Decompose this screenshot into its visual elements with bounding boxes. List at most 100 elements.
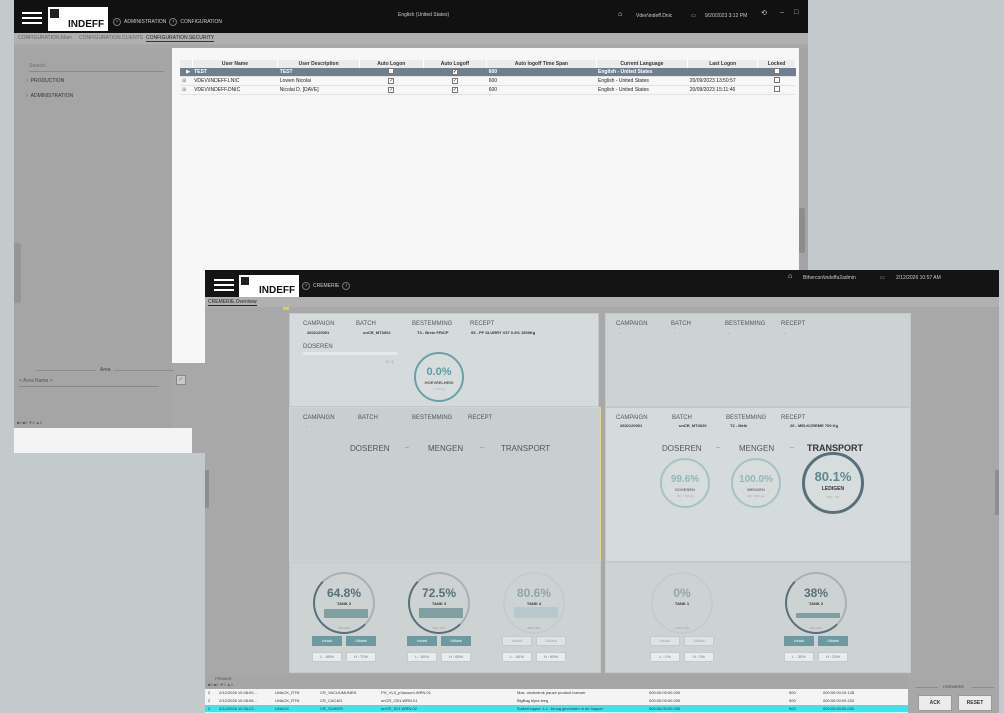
line-panel-4[interactable]: CAMPAIGN BATCH BESTEMMING RECEPT 2602120…	[605, 407, 911, 562]
line-panel-3[interactable]: CAMPAIGN BATCH BESTEMMING RECEPT - DOSER…	[289, 407, 601, 562]
checkbox[interactable]	[388, 68, 395, 74]
uitlaat-button[interactable]: Uitlaat	[684, 636, 714, 646]
keyboard-icon[interactable]: ▭	[691, 13, 696, 19]
tree-item-production[interactable]: › PRODUCTION	[26, 78, 64, 84]
tab-configuration-main[interactable]: CONFIGURATION.Main	[18, 35, 72, 41]
maximize-icon[interactable]: □	[794, 9, 798, 16]
table-row[interactable]: ⊞ VDEV\INDEFF.DNIC Nicolai D. [DAVE] ✓ ✓ 600 E…	[180, 85, 796, 95]
checkbox[interactable]: ✓	[451, 87, 458, 93]
area-title: Area	[100, 367, 111, 373]
expand-icon[interactable]: ⊞	[182, 78, 186, 84]
alarm-header: PRIMAIR ■0 ■0 ▼0 ▲0	[205, 675, 999, 689]
tab-configuration-clients[interactable]: CONFIGURATION.CLIENTS	[79, 35, 143, 41]
uitlaat-button[interactable]: Uitlaat	[346, 636, 376, 646]
left-collapse-handle[interactable]	[205, 470, 209, 508]
tank-ticks: 80% 70%	[527, 626, 541, 630]
inlaat-button[interactable]: Inlaat	[502, 636, 532, 646]
minimize-icon[interactable]: –	[780, 9, 784, 16]
chevron-right-icon: ›	[113, 18, 121, 26]
tab-configuration-security[interactable]: CONFIGURATION.SECURITY	[146, 35, 215, 42]
tree-item-label: PRODUCTION	[30, 78, 65, 84]
tank-gauge: 0% TANK 1 1.0% 2.0%	[651, 572, 713, 634]
stage-doseren: DOSEREN	[350, 444, 390, 453]
row-expander[interactable]: ⊞▶	[180, 68, 193, 77]
scrollbar[interactable]	[799, 208, 805, 253]
checkbox[interactable]	[773, 86, 780, 92]
checkbox[interactable]	[773, 68, 780, 74]
alarm-row[interactable]: 2 2/12/2026 10:48:00... UNACK_RTN CR_VACUUM…	[205, 689, 908, 696]
area-name-input[interactable]: < Area Name >	[19, 378, 159, 387]
col-last-logon[interactable]: Last Logon	[687, 60, 759, 68]
batch-label: BATCH	[672, 415, 692, 421]
bestemming-label: BESTEMMING	[725, 321, 766, 327]
col-user-description[interactable]: User Description	[277, 60, 360, 68]
tank-ticks: 70% 90%	[337, 626, 351, 630]
sidebar-collapse-handle[interactable]	[14, 243, 21, 303]
right-collapse-handle[interactable]	[995, 470, 999, 515]
hamburger-menu-icon[interactable]	[214, 276, 234, 292]
alarm-cell-src: unCR_S01.WRN.02	[381, 706, 417, 711]
inlaat-button[interactable]: Inlaat	[784, 636, 814, 646]
reset-button[interactable]: RESET	[958, 695, 992, 711]
tank-gauge: 64.8% TANK 2 70% 90%	[313, 572, 375, 634]
search-input[interactable]: Search...	[29, 63, 164, 72]
hamburger-menu-icon[interactable]	[22, 9, 42, 25]
inlaat-button[interactable]: Inlaat	[650, 636, 680, 646]
col-auto-logoff-timespan[interactable]: Auto logoff Time Span	[486, 60, 597, 68]
home-icon[interactable]: ⌂	[788, 273, 792, 280]
line-panel-2[interactable]: CAMPAIGN BATCH BESTEMMING RECEPT - - - -	[605, 313, 911, 407]
uitlaat-button[interactable]: Uitlaat	[818, 636, 848, 646]
row-expander[interactable]: ⊞	[180, 76, 193, 86]
ack-button[interactable]: ACK	[918, 695, 952, 711]
stage-separator: –	[405, 444, 409, 451]
checkbox[interactable]	[773, 77, 780, 83]
row-expander[interactable]: ⊞	[180, 85, 193, 95]
checkbox[interactable]: ✓	[388, 78, 395, 84]
col-auto-logoff[interactable]: Auto Logoff	[423, 60, 488, 68]
col-locked[interactable]: Locked	[757, 60, 796, 68]
ledigen-gauge: 80.1% LEDIGEN 560 / 700	[802, 452, 864, 514]
cell-auto-logoff: ✓	[423, 85, 487, 95]
chevron-right-icon: ›	[26, 78, 28, 84]
checkbox[interactable]: ✓	[451, 78, 458, 84]
col-user-name[interactable]: User Name	[192, 60, 279, 68]
alarm-cell-t1: 000:00:00:00.000	[649, 698, 681, 703]
keyboard-icon[interactable]: ▭	[880, 275, 885, 281]
tree-item-administration[interactable]: › ADMINISTRATION	[26, 93, 73, 99]
cell-last-logon: 20/09/2023 13:50:57	[687, 76, 758, 86]
uitlaat-button[interactable]: Uitlaat	[441, 636, 471, 646]
cell-locked	[757, 76, 796, 86]
alarm-cell-t2: 000:00:00:00.000	[823, 706, 855, 711]
alarm-cell-n: 2	[208, 698, 211, 703]
tab-cremerie-overview[interactable]: CREMERIE.Overview	[208, 299, 257, 306]
alarm-row[interactable]: 2 2/12/2026 10:45:08... UNACK_RTN CR_CACAO u…	[205, 697, 908, 704]
bestemming-label: BESTEMMING	[412, 321, 453, 327]
gauge-sub: 697 / 700 kg	[676, 494, 694, 498]
batch-value: unCR_MT3002	[363, 330, 391, 335]
divider	[36, 370, 96, 371]
alarm-cell-tag: CR_CACAO	[320, 698, 343, 703]
breadcrumb-cremerie[interactable]: CREMERIE	[313, 283, 339, 289]
line-panel-1[interactable]: CAMPAIGN BATCH BESTEMMING RECEPT 2602120…	[289, 313, 599, 407]
check-icon[interactable]: ✓	[176, 375, 186, 385]
table-row[interactable]: ⊞ VDEV\INDEFF.LNIC Lowen Nicolai ✓ ✓ 600 Engli…	[180, 76, 796, 86]
breadcrumb-configuration[interactable]: CONFIGURATION	[180, 19, 222, 25]
breadcrumb-administration[interactable]: ADMINISTRATION	[124, 19, 166, 25]
uitlaat-button[interactable]: Uitlaat	[536, 636, 566, 646]
table-row[interactable]: ⊞▶ TEST TEST ✓ 600 English - United States	[180, 68, 796, 77]
alarm-actions: CREMERIE ACK RESET	[908, 675, 999, 713]
checkbox[interactable]: ✓	[451, 69, 458, 75]
inlaat-button[interactable]: Inlaat	[407, 636, 437, 646]
expand-icon[interactable]: ⊞	[182, 87, 186, 93]
col-current-language[interactable]: Current Language	[596, 60, 689, 68]
home-icon[interactable]: ⌂	[618, 11, 622, 18]
low-limit: L : 60%	[502, 652, 532, 662]
col-auto-logon[interactable]: Auto Logon	[359, 60, 424, 68]
alarm-row[interactable]: 2 2/12/2026 10:36:23... UNACK CR_SUIKER unCR…	[205, 705, 908, 712]
sync-icon[interactable]: ⟲	[761, 9, 767, 17]
campaign-label: CAMPAIGN	[303, 321, 335, 327]
cell-language: English - United States	[596, 76, 688, 86]
checkbox[interactable]: ✓	[388, 87, 395, 93]
inlaat-button[interactable]: Inlaat	[312, 636, 342, 646]
tank-name: TANK 3	[431, 601, 447, 606]
